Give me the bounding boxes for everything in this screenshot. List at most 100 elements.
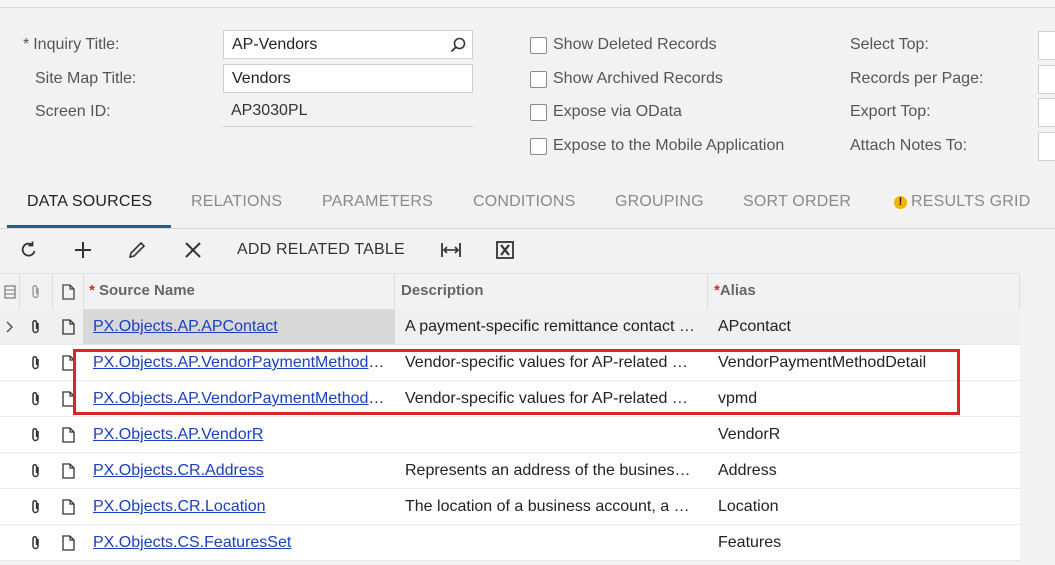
note-cell[interactable] bbox=[53, 453, 83, 488]
checkbox-box[interactable] bbox=[530, 103, 547, 121]
source-name-link[interactable]: PX.Objects.AP.VendorPaymentMethodDetail bbox=[93, 354, 395, 371]
note-cell[interactable] bbox=[53, 417, 83, 452]
source-name-cell[interactable]: PX.Objects.CR.Address bbox=[83, 453, 395, 488]
row-selector[interactable] bbox=[0, 453, 19, 488]
tab-relations[interactable]: RELATIONS bbox=[191, 193, 282, 211]
description-cell[interactable]: A payment-specific remittance contact fo… bbox=[395, 309, 708, 344]
attachment-cell[interactable] bbox=[20, 417, 52, 452]
checkbox-box[interactable] bbox=[530, 70, 547, 88]
source-name-link[interactable]: PX.Objects.AP.VendorR bbox=[93, 426, 263, 443]
source-name-cell[interactable]: PX.Objects.CS.FeaturesSet bbox=[83, 525, 395, 560]
add-related-table-button[interactable]: ADD RELATED TABLE bbox=[237, 235, 405, 265]
description-cell[interactable] bbox=[395, 525, 708, 560]
source-name-link[interactable]: PX.Objects.CS.FeaturesSet bbox=[93, 534, 291, 551]
show-deleted-checkbox[interactable]: Show Deleted Records bbox=[530, 36, 717, 54]
paperclip-icon bbox=[32, 427, 39, 441]
row-selector[interactable] bbox=[0, 489, 19, 524]
records-per-page-input[interactable] bbox=[1038, 65, 1055, 94]
refresh-button[interactable] bbox=[14, 235, 44, 265]
source-name-cell[interactable]: PX.Objects.AP.VendorPaymentMethodDetail bbox=[83, 345, 395, 380]
close-icon bbox=[185, 242, 201, 258]
edit-button[interactable] bbox=[122, 235, 152, 265]
delete-button[interactable] bbox=[178, 235, 208, 265]
description-cell[interactable]: Vendor-specific values for AP-related pa… bbox=[395, 345, 708, 380]
inquiry-title-value: AP-Vendors bbox=[232, 36, 318, 53]
alias-cell[interactable]: vpmd bbox=[708, 381, 1020, 416]
attachment-cell[interactable] bbox=[20, 309, 52, 344]
export-top-input[interactable] bbox=[1038, 98, 1055, 127]
attachment-cell[interactable] bbox=[20, 453, 52, 488]
attachment-cell[interactable] bbox=[20, 525, 52, 560]
tab-grouping[interactable]: GROUPING bbox=[615, 193, 704, 211]
source-name-cell[interactable]: PX.Objects.CR.Location bbox=[83, 489, 395, 524]
source-name-header[interactable]: * Source Name bbox=[83, 274, 395, 309]
checkbox-box[interactable] bbox=[530, 137, 547, 155]
description-cell[interactable] bbox=[395, 417, 708, 452]
alias-header[interactable]: *Alias bbox=[708, 274, 1020, 309]
table-row[interactable]: PX.Objects.CR.Address Represents an addre… bbox=[0, 453, 1020, 489]
paperclip-icon bbox=[32, 463, 39, 477]
row-selector[interactable] bbox=[0, 345, 19, 380]
attachment-cell[interactable] bbox=[20, 345, 52, 380]
paperclip-icon bbox=[32, 284, 39, 298]
row-selector-header[interactable] bbox=[0, 274, 20, 309]
table-row[interactable]: PX.Objects.CS.FeaturesSet Features bbox=[0, 525, 1020, 561]
tab-sort-order[interactable]: SORT ORDER bbox=[743, 193, 851, 211]
table-row[interactable]: PX.Objects.AP.VendorR VendorR bbox=[0, 417, 1020, 453]
description-cell[interactable]: Represents an address of the business ac… bbox=[395, 453, 708, 488]
row-selector[interactable] bbox=[0, 309, 19, 344]
expose-odata-checkbox[interactable]: Expose via OData bbox=[530, 103, 682, 121]
note-cell[interactable] bbox=[53, 525, 83, 560]
alias-cell[interactable]: Features bbox=[708, 525, 1020, 560]
checkbox-box[interactable] bbox=[530, 36, 547, 54]
attachment-cell[interactable] bbox=[20, 381, 52, 416]
table-row[interactable]: PX.Objects.AP.VendorPaymentMethodDetail V… bbox=[0, 381, 1020, 417]
note-cell[interactable] bbox=[53, 345, 83, 380]
source-name-cell[interactable]: PX.Objects.AP.APContact bbox=[83, 309, 395, 344]
alias-cell[interactable]: VendorPaymentMethodDetail bbox=[708, 345, 1020, 380]
paperclip-icon bbox=[32, 391, 39, 405]
description-cell[interactable]: Vendor-specific values for AP-related pa… bbox=[395, 381, 708, 416]
table-row[interactable]: PX.Objects.AP.APContact A payment-specifi… bbox=[0, 309, 1020, 345]
select-top-label: Select Top: bbox=[850, 36, 929, 53]
alias-cell[interactable]: Address bbox=[708, 453, 1020, 488]
inquiry-title-input[interactable]: AP-Vendors bbox=[223, 30, 473, 59]
attach-notes-input[interactable] bbox=[1038, 132, 1055, 161]
tab-results-grid[interactable]: ! RESULTS GRID bbox=[894, 193, 1030, 211]
attachment-cell[interactable] bbox=[20, 489, 52, 524]
note-cell[interactable] bbox=[53, 381, 83, 416]
document-icon bbox=[61, 390, 75, 407]
grid-header: * Source Name Description *Alias bbox=[0, 273, 1020, 310]
checkbox-label: Show Archived Records bbox=[553, 70, 723, 87]
table-row[interactable]: PX.Objects.AP.VendorPaymentMethodDetail V… bbox=[0, 345, 1020, 381]
search-icon[interactable] bbox=[450, 37, 466, 53]
tab-data-sources[interactable]: DATA SOURCES bbox=[27, 193, 152, 211]
source-name-link[interactable]: PX.Objects.CR.Location bbox=[93, 498, 266, 515]
tab-conditions[interactable]: CONDITIONS bbox=[473, 193, 575, 211]
description-header[interactable]: Description bbox=[395, 274, 708, 309]
table-row[interactable]: PX.Objects.CR.Location The location of a … bbox=[0, 489, 1020, 525]
description-cell[interactable]: The location of a business account, a ve… bbox=[395, 489, 708, 524]
source-name-link[interactable]: PX.Objects.AP.VendorPaymentMethodDetail bbox=[93, 390, 395, 407]
row-selector[interactable] bbox=[0, 417, 19, 452]
source-name-cell[interactable]: PX.Objects.AP.VendorR bbox=[83, 417, 395, 452]
select-top-input[interactable] bbox=[1038, 31, 1055, 60]
alias-cell[interactable]: VendorR bbox=[708, 417, 1020, 452]
source-name-cell[interactable]: PX.Objects.AP.VendorPaymentMethodDetail bbox=[83, 381, 395, 416]
row-selector[interactable] bbox=[0, 381, 19, 416]
export-excel-button[interactable] bbox=[490, 235, 520, 265]
expose-mobile-checkbox[interactable]: Expose to the Mobile Application bbox=[530, 137, 784, 155]
source-name-link[interactable]: PX.Objects.AP.APContact bbox=[93, 318, 278, 335]
add-row-button[interactable] bbox=[68, 235, 98, 265]
alias-cell[interactable]: Location bbox=[708, 489, 1020, 524]
site-map-title-input[interactable]: Vendors bbox=[223, 64, 473, 93]
show-archived-checkbox[interactable]: Show Archived Records bbox=[530, 70, 723, 88]
source-name-link[interactable]: PX.Objects.CR.Address bbox=[93, 462, 264, 479]
alias-cell[interactable]: APcontact bbox=[708, 309, 1020, 344]
fit-columns-button[interactable] bbox=[436, 235, 466, 265]
row-selector[interactable] bbox=[0, 525, 19, 560]
document-icon bbox=[61, 283, 75, 300]
note-cell[interactable] bbox=[53, 489, 83, 524]
tab-parameters[interactable]: PARAMETERS bbox=[322, 193, 433, 211]
note-cell[interactable] bbox=[53, 309, 83, 344]
